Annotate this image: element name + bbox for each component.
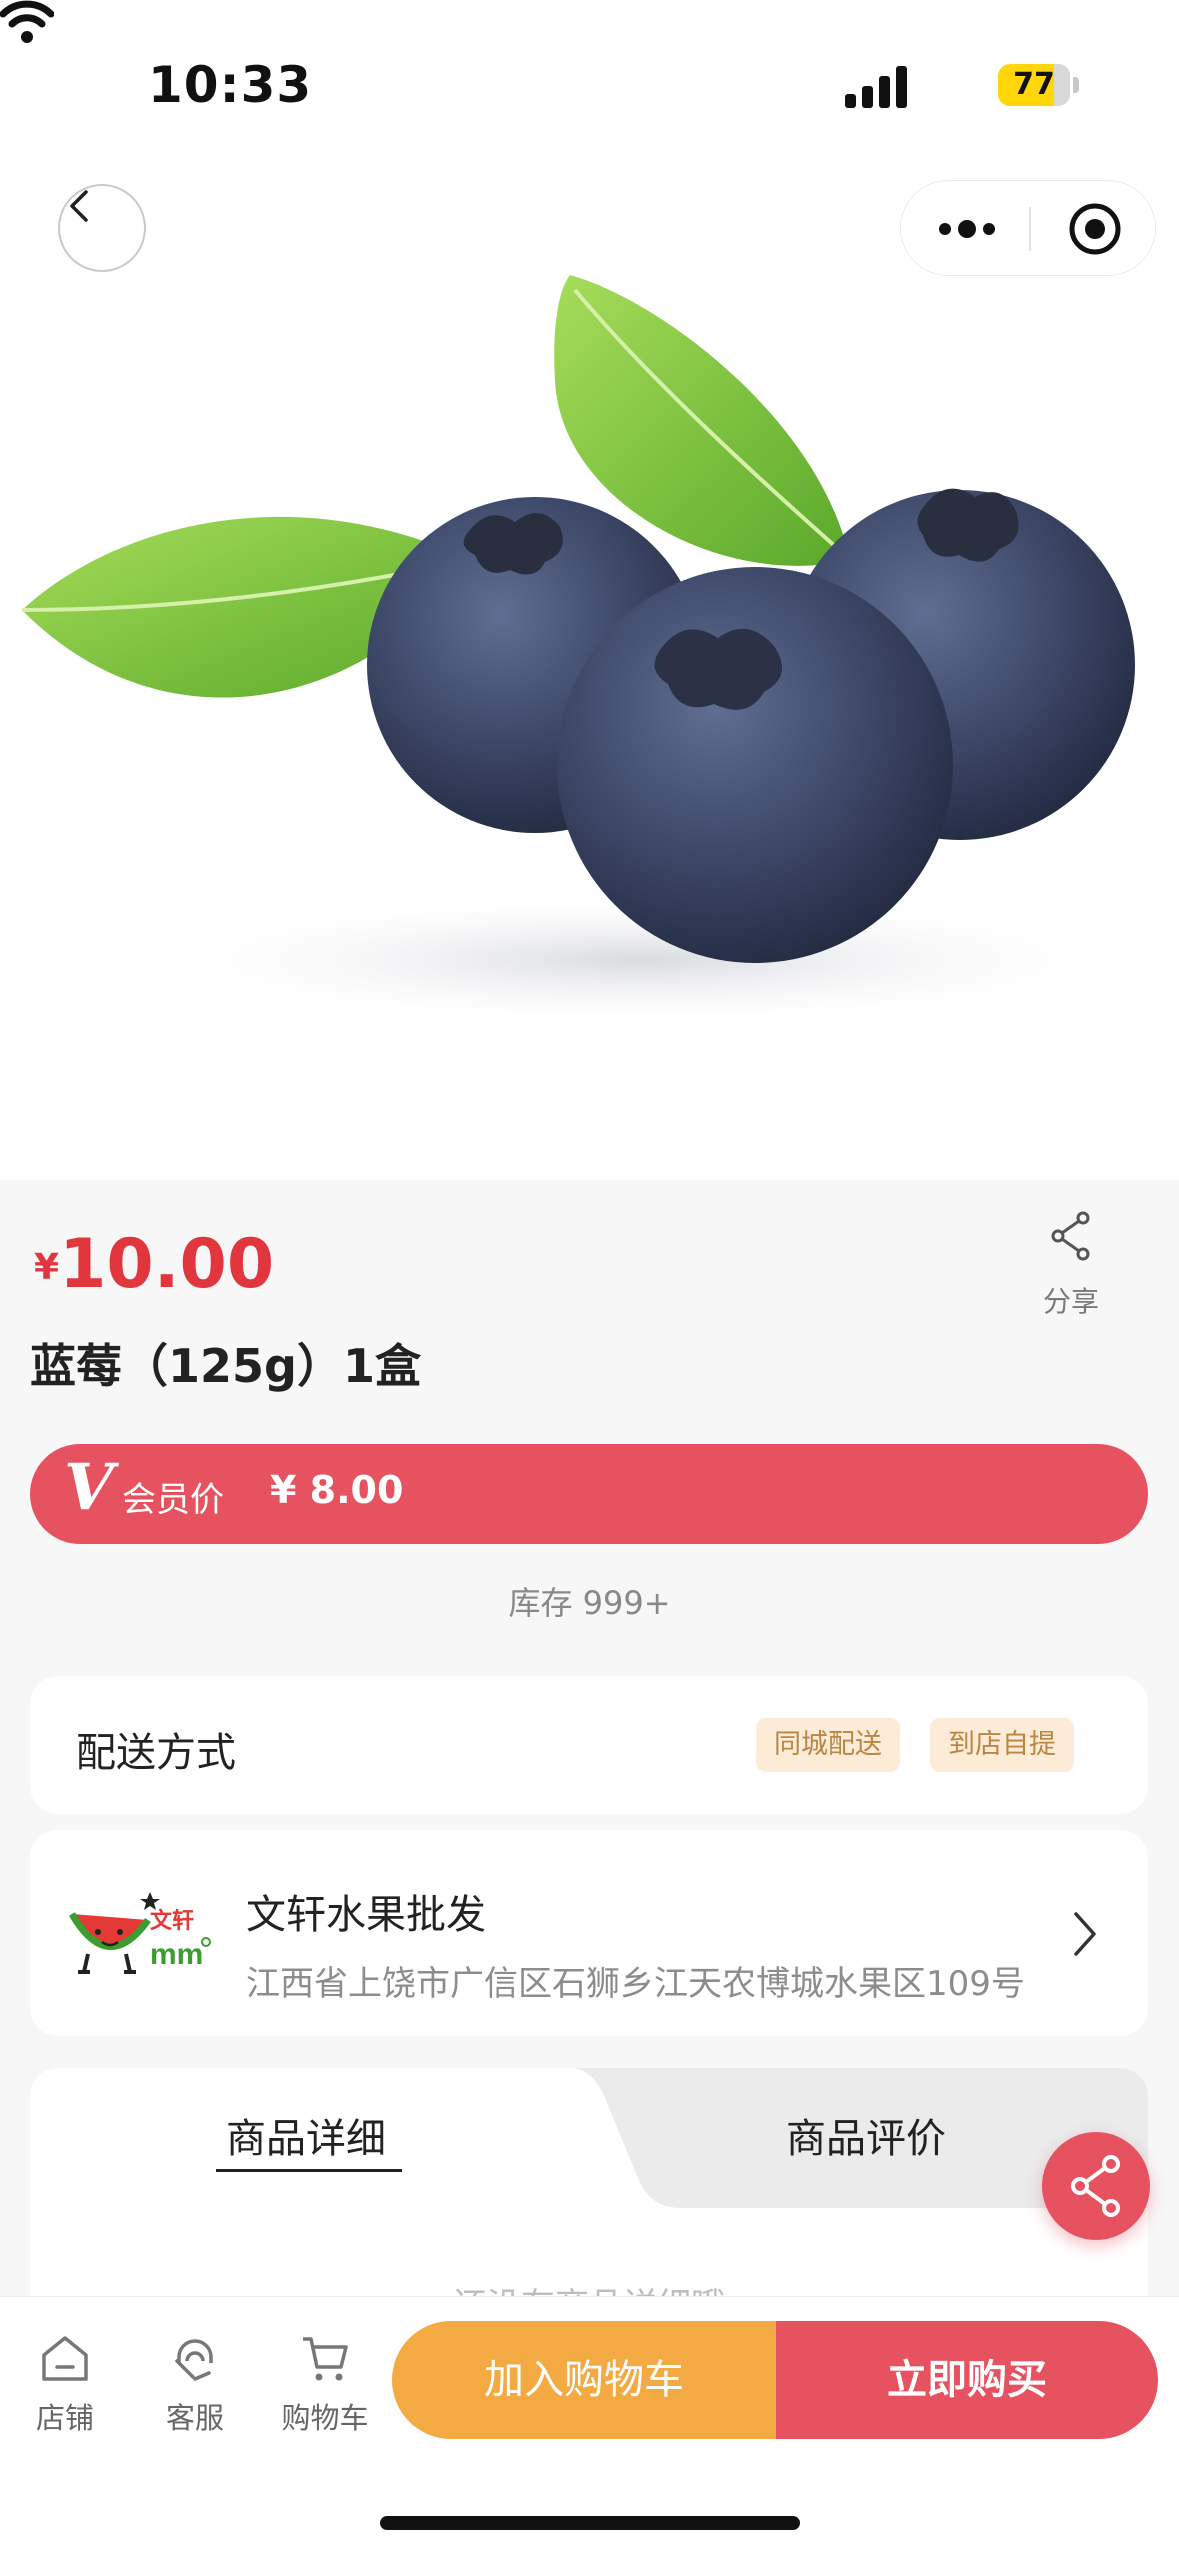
store-logo-text: 文轩 [150,1908,194,1933]
status-time: 10:33 [148,56,313,114]
price-value: 10.00 [59,1225,275,1304]
battery-icon: 77 [998,64,1079,106]
tab-product-review[interactable]: 商品评价 [786,2106,946,2164]
delivery-title: 配送方式 [76,1730,236,1776]
chevron-right-icon [1074,1912,1096,1956]
cart-label: 购物车 [281,2401,369,2435]
member-price-value: ¥ 8.00 [270,1468,404,1512]
active-tab-indicator [216,2169,402,2172]
delivery-option-pickup[interactable]: 到店自提 [930,1718,1074,1772]
wifi-icon [0,0,54,43]
add-to-cart-button[interactable]: 加入购物车 [392,2321,776,2439]
battery-level: 77 [1013,67,1055,102]
customer-service-label: 客服 [165,2401,224,2435]
product-title: 蓝莓（125g）1盒 [30,1339,421,1393]
floating-share-button[interactable] [1042,2132,1150,2240]
member-price-bar[interactable]: V 会员价 ¥ 8.00 [30,1444,1148,1544]
currency-symbol: ¥ [34,1247,60,1288]
member-price-label: 会员价 [122,1480,224,1520]
customer-service-button[interactable]: 客服 [140,2333,250,2437]
mini-program-capsule [900,180,1156,276]
buy-now-button[interactable]: 立即购买 [776,2321,1158,2439]
capsule-divider [1029,207,1031,251]
product-image[interactable]: 10:33 77 [0,0,1179,1180]
home-indicator [380,2516,800,2530]
store-address: 江西省上饶市广信区石狮乡江天农博城水果区109号 [246,1964,1025,2004]
status-bar: 10:33 77 [0,0,1179,160]
cart-button[interactable]: 购物车 [270,2333,380,2437]
svg-text:mm: mm [150,1938,203,1971]
stock-count: 库存 999+ [508,1584,671,1622]
store-logo: 文轩 mm [68,1892,211,1974]
tab-background [570,2068,1148,2208]
delivery-card: 配送方式 同城配送 到店自提 [30,1676,1148,1814]
shop-label: 店铺 [35,2401,94,2435]
cellular-signal-icon [845,66,907,108]
home-icon [42,2336,88,2381]
headset-icon [175,2339,213,2381]
store-name: 文轩水果批发 [246,1892,486,1938]
shop-button[interactable]: 店铺 [10,2333,120,2437]
share-icon [1051,1211,1090,1261]
more-icon[interactable] [935,211,999,247]
chevron-left-icon [70,190,88,222]
cart-icon [303,2337,348,2381]
close-target-icon[interactable] [1067,201,1123,257]
store-card[interactable]: 文轩 mm 文轩水果批发 江西省上饶市广信区石狮乡江天农博城水果区109号 [30,1830,1148,2036]
blueberries-image [21,275,1160,1030]
price: ¥10.00 [34,1225,274,1304]
tab-product-detail[interactable]: 商品详细 [226,2106,386,2164]
delivery-option-local[interactable]: 同城配送 [756,1718,900,1772]
vip-badge-icon: V [64,1450,114,1525]
share-icon [1071,2155,1120,2217]
share-label: 分享 [1042,1285,1099,1318]
share-button[interactable]: 分享 [1030,1210,1112,1320]
back-button[interactable] [58,184,146,272]
